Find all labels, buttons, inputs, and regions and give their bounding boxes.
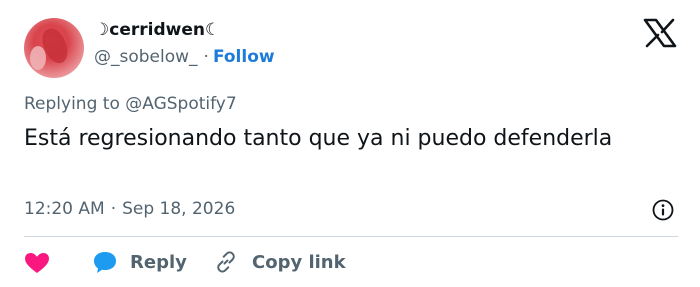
handle-row: @_sobelow_ · Follow — [94, 47, 275, 67]
copy-link-button[interactable]: Copy link — [214, 248, 346, 276]
separator-dot: · — [110, 199, 117, 219]
follow-button[interactable]: Follow — [213, 47, 275, 67]
separator-dot: · — [203, 47, 209, 67]
heart-icon[interactable] — [24, 252, 50, 274]
tweet-date: Sep 18, 2026 — [122, 199, 236, 219]
reply-button[interactable]: Reply — [92, 248, 187, 276]
copy-link-label: Copy link — [252, 251, 346, 273]
reply-bubble-icon — [94, 252, 116, 273]
display-name[interactable]: ☽cerridwen☾ — [94, 20, 220, 40]
info-icon[interactable] — [652, 199, 674, 221]
avatar[interactable] — [24, 18, 84, 78]
replying-to[interactable]: Replying to @AGSpotify7 — [24, 94, 237, 114]
user-handle[interactable]: @_sobelow_ — [94, 47, 198, 67]
tweet-time: 12:20 AM — [24, 199, 105, 219]
link-icon — [217, 251, 235, 273]
tweet-text: Está regresionando tanto que ya ni puedo… — [24, 126, 613, 151]
timestamp[interactable]: 12:20 AM · Sep 18, 2026 — [24, 199, 235, 219]
divider — [24, 236, 678, 237]
x-logo-icon[interactable] — [642, 18, 678, 48]
reply-label: Reply — [130, 251, 187, 273]
